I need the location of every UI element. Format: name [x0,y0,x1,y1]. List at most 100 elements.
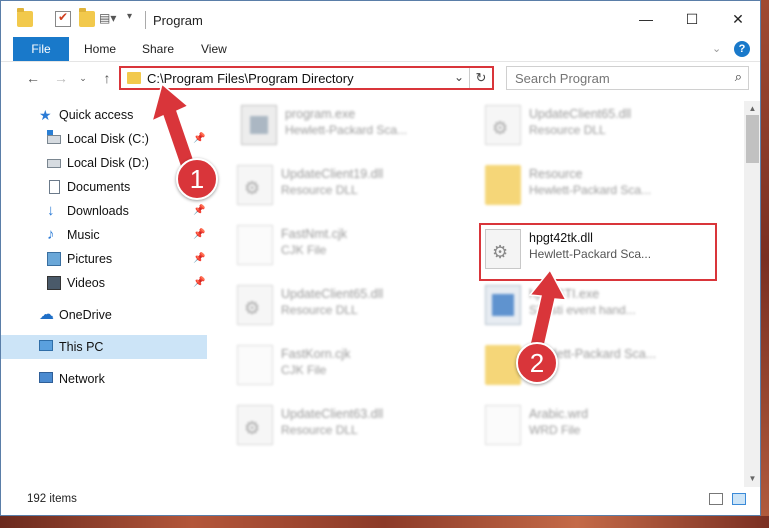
sidebar-item-quick-access[interactable]: ★ Quick access [1,103,207,127]
refresh-icon[interactable]: ↻ [469,68,492,88]
document-icon [237,225,273,265]
folder-icon [485,165,521,205]
folder-icon [127,72,141,84]
sidebar-item-label: OneDrive [59,308,112,322]
document-icon [237,345,273,385]
sidebar-item-videos[interactable]: Videos 📌 [1,271,207,295]
file-item[interactable]: UpdateClient19.dll Resource DLL [233,161,469,211]
exe-icon [241,105,277,145]
tab-share[interactable]: Share [142,37,174,61]
downloads-icon: ↓ [47,202,55,219]
tab-view[interactable]: View [201,37,227,61]
pin-icon[interactable]: 📌 [193,229,205,241]
file-type: CJK File [281,243,327,257]
dll-icon [485,105,521,145]
quick-access-dropdown-icon[interactable]: ▾ [127,11,143,27]
title-separator [145,11,146,29]
folder-icon[interactable] [17,8,33,27]
file-item[interactable]: FastKorn.cjk CJK File [233,341,469,391]
dll-icon [237,165,273,205]
sidebar-item-label: Network [59,372,105,386]
search-input[interactable] [513,70,717,87]
pin-icon[interactable]: 📌 [193,253,205,265]
sidebar-item-network[interactable]: Network [1,367,207,391]
file-item[interactable]: UpdateClient65.dll Resource DLL [233,281,469,331]
details-view-icon[interactable] [708,493,723,505]
file-item[interactable]: hpqySTI.exe STI sti event hand... [481,281,717,331]
properties-icon[interactable] [55,10,71,27]
sidebar-item-label: Quick access [59,108,134,122]
maximize-button[interactable]: ☐ [669,1,715,37]
file-name: hpqySTI.exe [529,287,600,301]
file-name: UpdateClient63.dll [281,407,384,421]
view-toggle [703,493,746,508]
tab-file[interactable]: File [13,37,69,61]
explorer-window: ▤▾ ▾ Program — ☐ ✕ File Home Share View … [0,0,761,516]
address-bar[interactable]: C:\Program Files\Program Directory ⌄ ↻ [119,66,494,90]
sidebar-item-this-pc[interactable]: This PC [1,335,207,359]
drive-icon [47,130,61,144]
scroll-down-icon[interactable]: ▼ [744,471,760,487]
this-pc-icon [39,340,53,351]
customize-toolbar-icon[interactable]: ▤▾ [99,11,116,27]
file-name: program.exe [285,107,356,121]
sidebar-item-local-disk-c[interactable]: Local Disk (C:) 📌 [1,127,207,151]
file-type: Resource DLL [281,423,358,437]
search-icon[interactable]: ⌕ [735,69,742,85]
tiles-view-icon[interactable] [732,493,746,505]
vertical-scrollbar[interactable]: ▲ ▼ [744,101,760,487]
sidebar-item-label: Local Disk (D:) [67,156,149,170]
scroll-thumb[interactable] [746,115,759,163]
sidebar-item-onedrive[interactable]: ☁ OneDrive [1,303,207,327]
ribbon-tabs: File Home Share View ⌄ ? [1,37,760,62]
videos-icon [47,276,61,290]
sidebar-item-label: Local Disk (C:) [67,132,149,146]
expand-ribbon-icon[interactable]: ⌄ [709,41,725,57]
sidebar-item-label: Downloads [67,204,129,218]
pin-icon[interactable]: 📌 [193,277,205,289]
file-item[interactable]: UpdateClient65.dll Resource DLL [481,101,717,151]
sidebar-item-label: This PC [59,340,104,354]
status-bar: 192 items [1,487,760,515]
file-type: Resource DLL [281,303,358,317]
minimize-button[interactable]: — [623,1,669,37]
file-type: CJK File [281,363,327,377]
recent-locations-icon[interactable]: ⌄ [73,68,93,88]
pictures-icon [47,252,61,266]
help-icon[interactable]: ? [734,41,750,57]
file-item[interactable]: Arabic.wrd WRD File [481,401,717,451]
file-item[interactable]: UpdateClient63.dll Resource DLL [233,401,469,451]
file-item[interactable]: program.exe Hewlett-Packard Sca... [237,101,473,151]
sidebar-item-downloads[interactable]: ↓ Downloads 📌 [1,199,207,223]
back-arrow-icon[interactable]: ← [23,68,43,88]
address-path[interactable]: C:\Program Files\Program Directory [147,71,354,86]
forward-arrow-icon[interactable]: → [51,68,71,88]
desktop-background-edge [761,0,769,516]
tab-home[interactable]: Home [84,37,116,61]
file-type: WRD File [529,423,581,437]
sidebar-item-label: Pictures [67,252,113,266]
close-button[interactable]: ✕ [715,1,760,37]
step-2-badge: 2 [516,342,558,384]
search-box[interactable]: ⌕ [506,66,749,90]
navigation-pane: ★ Quick access Local Disk (C:) 📌 Local D… [1,101,207,477]
onedrive-icon: ☁ [39,306,54,323]
pin-icon[interactable]: 📌 [193,205,205,217]
item-count: 192 items [27,493,77,505]
file-name: Resource [529,167,583,181]
sidebar-item-music[interactable]: ♪ Music 📌 [1,223,207,247]
chevron-down-icon[interactable]: ⌄ [454,70,464,84]
file-name: Arabic.wrd [529,407,589,421]
file-name: FastNmt.cjk [281,227,347,241]
pin-icon[interactable]: 📌 [193,133,205,145]
dll-icon [237,405,273,445]
file-name: UpdateClient65.dll [529,107,632,121]
sidebar-item-pictures[interactable]: Pictures 📌 [1,247,207,271]
new-folder-icon[interactable] [79,8,95,27]
sidebar-item-label: Videos [67,276,105,290]
file-type: Resource DLL [281,183,358,197]
highlight-box [479,223,717,281]
up-arrow-icon[interactable]: ↑ [97,68,117,88]
file-item[interactable]: Resource Hewlett-Packard Sca... [481,161,717,211]
file-item[interactable]: FastNmt.cjk CJK File [233,221,469,271]
